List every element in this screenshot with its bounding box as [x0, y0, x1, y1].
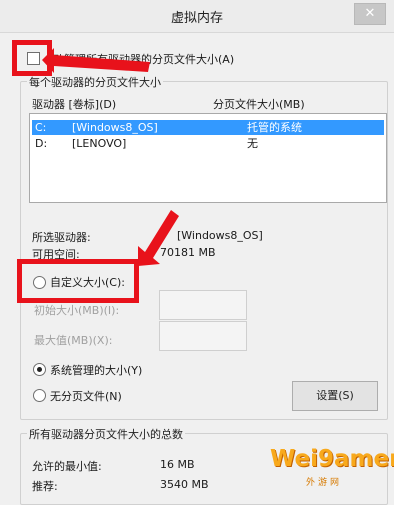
initial-size-label: 初始大小(MB)(I):: [34, 304, 120, 317]
system-managed-label: 系统管理的大小(Y): [50, 364, 143, 377]
watermark-sub-text: 外游网: [306, 478, 343, 488]
no-paging-file-radio[interactable]: [33, 389, 46, 402]
annotation-box-custom-size: [17, 259, 139, 303]
system-managed-radio[interactable]: [33, 363, 46, 376]
drive-row-d[interactable]: D: [LENOVO] 无: [32, 136, 384, 151]
no-paging-file-label: 无分页文件(N): [50, 390, 122, 403]
initial-size-input[interactable]: [159, 290, 247, 320]
drive-letter: C:: [35, 121, 47, 134]
max-size-input[interactable]: [159, 321, 247, 351]
recommended-value: 3540 MB: [160, 478, 209, 491]
title-bar: 虚拟内存 ✕: [0, 0, 394, 33]
totals-groupbox-title: 所有驱动器分页文件大小的总数: [27, 426, 185, 442]
annotation-arrow-top-icon: [42, 48, 150, 73]
annotation-arrow-middle-icon: [138, 210, 179, 266]
close-button[interactable]: ✕: [354, 3, 386, 25]
min-allowed-value: 16 MB: [160, 458, 195, 471]
column-header-size: 分页文件大小(MB): [213, 98, 305, 111]
drive-row-c[interactable]: C: [Windows8_OS] 托管的系统: [32, 120, 384, 135]
watermark-main-text: Wei9amer: [270, 446, 394, 472]
drive-volume-label: [LENOVO]: [72, 137, 127, 150]
watermark-logo: Wei9amer 外游网: [270, 446, 394, 490]
set-button[interactable]: 设置(S): [292, 381, 378, 411]
window-title: 虚拟内存: [170, 11, 223, 26]
drive-paging-size: 无: [247, 137, 258, 150]
drive-list[interactable]: C: [Windows8_OS] 托管的系统 D: [LENOVO] 无: [29, 113, 387, 203]
selected-drive-label: 所选驱动器:: [32, 231, 91, 244]
drive-paging-size: 托管的系统: [247, 121, 302, 134]
min-allowed-label: 允许的最小值:: [32, 460, 102, 473]
selected-drive-value: [Windows8_OS]: [177, 229, 263, 242]
drive-volume-label: [Windows8_OS]: [72, 121, 158, 134]
max-size-label: 最大值(MB)(X):: [34, 334, 113, 347]
drive-letter: D:: [35, 137, 48, 150]
recommended-label: 推荐:: [32, 480, 58, 493]
column-header-drive: 驱动器 [卷标](D): [32, 98, 117, 111]
